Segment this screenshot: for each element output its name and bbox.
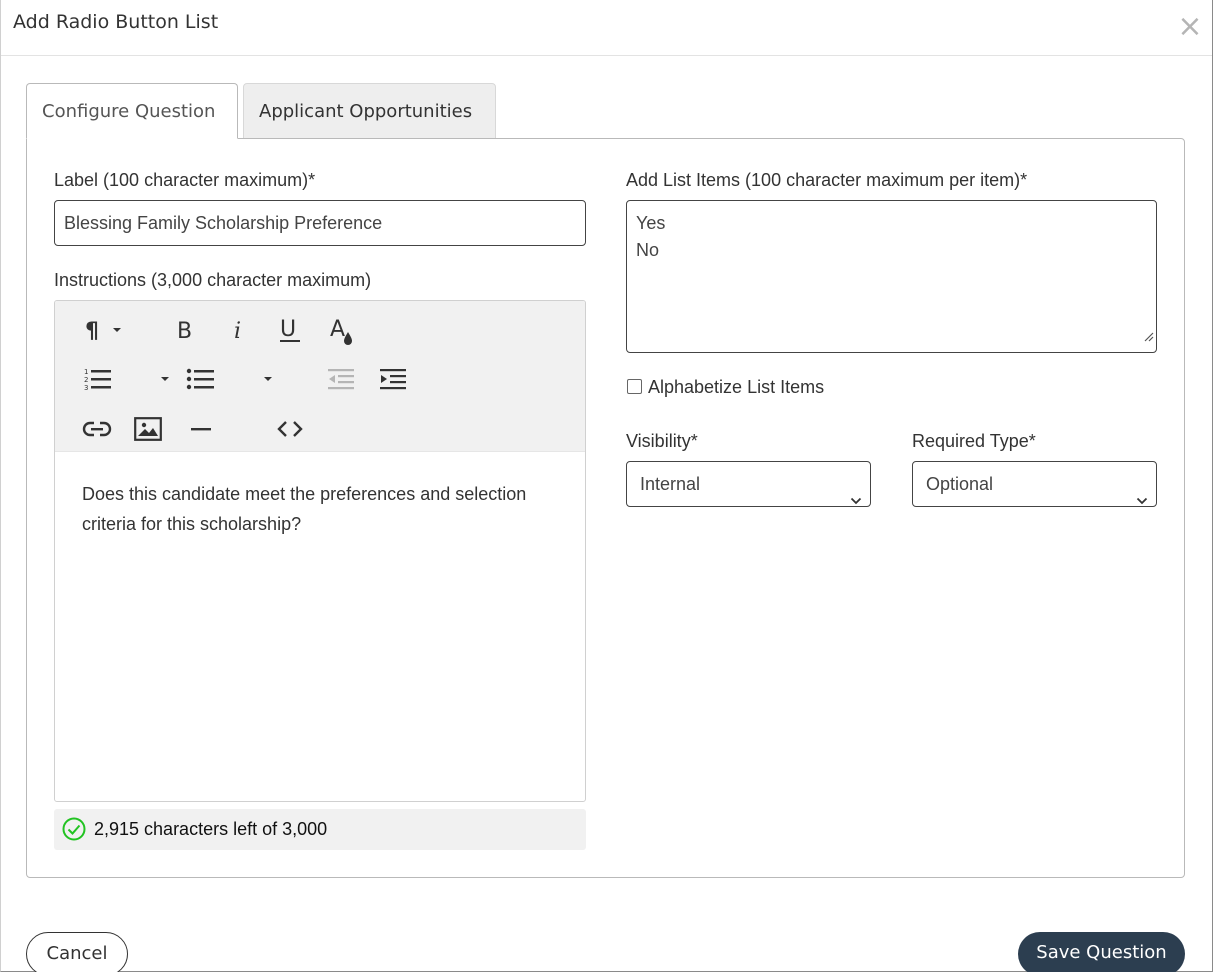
visibility-label: Visibility* bbox=[626, 431, 698, 451]
code-view-icon[interactable] bbox=[273, 414, 307, 444]
editor-content[interactable]: Does this candidate meet the preferences… bbox=[82, 479, 562, 539]
list-item: No bbox=[636, 240, 660, 260]
counter-text: 2,915 characters left of 3,000 bbox=[94, 819, 328, 839]
list-style-dropdown-icon[interactable] bbox=[259, 364, 279, 394]
underline-icon[interactable]: U bbox=[276, 315, 304, 345]
svg-text:¶: ¶ bbox=[85, 319, 99, 342]
svg-text:1: 1 bbox=[84, 368, 88, 376]
check-circle-icon bbox=[62, 817, 86, 846]
list-item: Yes bbox=[636, 213, 666, 233]
save-question-button[interactable]: Save Question bbox=[1018, 932, 1185, 972]
list-items-textarea[interactable]: Yes No bbox=[626, 200, 1157, 353]
outdent-icon[interactable] bbox=[325, 364, 357, 394]
svg-text:3: 3 bbox=[84, 384, 88, 391]
image-icon[interactable] bbox=[133, 414, 163, 444]
svg-text:A: A bbox=[330, 317, 345, 342]
instructions-label: Instructions (3,000 character maximum) bbox=[54, 270, 372, 290]
bold-icon[interactable]: B bbox=[172, 315, 200, 345]
label-field-label: Label (100 character maximum)* bbox=[54, 170, 316, 190]
visibility-select[interactable]: Internal bbox=[626, 461, 871, 507]
visibility-value: Internal bbox=[640, 474, 701, 494]
unordered-list-icon[interactable] bbox=[155, 364, 215, 394]
label-input[interactable] bbox=[54, 200, 586, 246]
indent-icon[interactable] bbox=[377, 364, 409, 394]
link-icon[interactable] bbox=[81, 414, 113, 444]
chevron-down-icon bbox=[850, 478, 862, 522]
cancel-button[interactable]: Cancel bbox=[26, 932, 128, 972]
required-type-select[interactable]: Optional bbox=[912, 461, 1157, 507]
alphabetize-checkbox[interactable] bbox=[627, 379, 642, 394]
required-type-value: Optional bbox=[926, 474, 994, 494]
italic-icon[interactable]: i bbox=[227, 315, 251, 345]
required-type-label: Required Type* bbox=[912, 431, 1036, 451]
svg-text:i: i bbox=[234, 319, 241, 342]
resize-handle-icon[interactable] bbox=[1142, 323, 1154, 350]
tab-configure-question[interactable]: Configure Question bbox=[26, 83, 238, 139]
add-radio-button-list-dialog: Add Radio Button List × Configure Questi… bbox=[0, 0, 1213, 972]
paragraph-icon[interactable]: ¶ bbox=[81, 315, 125, 345]
tab-applicant-opportunities[interactable]: Applicant Opportunities bbox=[243, 83, 496, 139]
list-items-label: Add List Items (100 character maximum pe… bbox=[626, 170, 1028, 190]
ordered-list-icon[interactable]: 1 2 3 bbox=[81, 364, 115, 394]
editor-toolbar: ¶ B i U A 1 2 3 bbox=[55, 301, 585, 452]
horizontal-rule-icon[interactable] bbox=[187, 414, 215, 444]
chevron-down-icon bbox=[1136, 478, 1148, 522]
svg-text:B: B bbox=[177, 319, 192, 342]
svg-text:2: 2 bbox=[84, 376, 88, 384]
svg-text:U: U bbox=[280, 317, 296, 342]
modal-title: Add Radio Button List bbox=[13, 11, 219, 33]
instructions-editor: ¶ B i U A 1 2 3 Does this candidate meet… bbox=[54, 300, 586, 802]
close-icon[interactable]: × bbox=[1176, 12, 1204, 42]
alphabetize-label[interactable]: Alphabetize List Items bbox=[648, 377, 824, 398]
character-counter: 2,915 characters left of 3,000 bbox=[54, 809, 586, 850]
modal-header: Add Radio Button List × bbox=[1, 0, 1212, 56]
text-color-icon[interactable]: A bbox=[327, 315, 357, 347]
